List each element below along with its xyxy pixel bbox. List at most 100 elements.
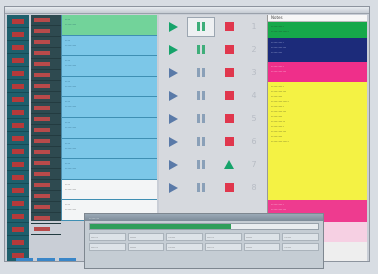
play-button[interactable]: [159, 132, 187, 152]
note-block[interactable]: ........................: [268, 22, 367, 38]
channel-row[interactable]: [7, 119, 29, 132]
cue-index-marker: [34, 205, 50, 209]
grid-cell[interactable]: ......: [282, 233, 319, 241]
pause-button[interactable]: [187, 86, 215, 106]
grid-cell[interactable]: ......: [205, 243, 242, 251]
play-button[interactable]: [159, 17, 187, 37]
channel-marker: [12, 226, 24, 232]
play-button[interactable]: [159, 109, 187, 129]
taskbar-item[interactable]: [58, 258, 76, 261]
cue-item[interactable]: .............: [62, 139, 157, 160]
channel-row[interactable]: [7, 93, 29, 106]
row-number: 2: [251, 45, 257, 54]
channel-strip[interactable]: [7, 15, 29, 261]
grid-cell[interactable]: ......: [127, 243, 165, 251]
stop-button[interactable]: [215, 132, 243, 152]
pause-button[interactable]: [187, 16, 215, 37]
play-button[interactable]: [159, 40, 187, 60]
sub-window[interactable]: ........ ...............................…: [84, 213, 324, 269]
channel-row[interactable]: [7, 132, 29, 145]
grid-cell[interactable]: ......: [243, 243, 281, 251]
cue-index-marker: [34, 183, 50, 187]
cue-index-marker: [34, 29, 50, 33]
cue-item[interactable]: .............: [62, 159, 157, 180]
pause-button[interactable]: [187, 132, 215, 152]
grid-cell[interactable]: ......: [166, 243, 203, 251]
stop-button[interactable]: [215, 178, 243, 198]
cue-item[interactable]: .............: [62, 179, 157, 201]
taskbar: [16, 258, 76, 261]
channel-row[interactable]: [7, 41, 29, 54]
sub-window-title: ........: [85, 214, 323, 221]
play-button[interactable]: [159, 178, 187, 198]
channel-row[interactable]: [7, 80, 29, 93]
stop-button[interactable]: [215, 63, 243, 83]
progress-bar: [89, 223, 319, 230]
transport-row: 6: [159, 130, 267, 153]
cue-item[interactable]: .............: [62, 118, 157, 139]
cue-description: .........: [65, 144, 77, 150]
pause-button[interactable]: [187, 155, 215, 175]
channel-row[interactable]: [7, 197, 29, 210]
channel-row[interactable]: [7, 28, 29, 41]
channel-marker: [12, 31, 24, 37]
cue-item[interactable]: .............: [62, 97, 157, 118]
trigger-button[interactable]: [215, 155, 243, 175]
note-block[interactable]: ......................: [268, 62, 367, 82]
play-button[interactable]: [159, 86, 187, 106]
stop-button[interactable]: [215, 109, 243, 129]
channel-row[interactable]: [7, 236, 29, 249]
play-button[interactable]: [159, 155, 187, 175]
stop-button[interactable]: [215, 86, 243, 106]
cue-index-marker: [34, 40, 50, 44]
grid-cell[interactable]: ......: [205, 233, 242, 241]
channel-row[interactable]: [7, 54, 29, 67]
grid-cell[interactable]: ......: [89, 243, 126, 251]
taskbar-item[interactable]: [16, 258, 34, 261]
play-button[interactable]: [159, 63, 187, 83]
channel-row[interactable]: [7, 223, 29, 236]
channel-marker: [12, 57, 24, 63]
cue-item[interactable]: .............: [62, 36, 157, 57]
cue-item[interactable]: .............: [62, 77, 157, 98]
pause-button[interactable]: [187, 109, 215, 129]
stop-button[interactable]: [215, 40, 243, 60]
cue-index-marker: [34, 106, 50, 110]
note-block[interactable]: ...............................: [268, 38, 367, 62]
channel-row[interactable]: [7, 210, 29, 223]
grid-cell[interactable]: ......: [127, 233, 165, 241]
channel-marker: [12, 174, 24, 180]
row-number: 1: [251, 22, 257, 31]
play-icon: [168, 67, 178, 78]
cue-list[interactable]: ........................................…: [61, 15, 157, 221]
cue-index-row: [31, 26, 61, 37]
stop-button[interactable]: [215, 17, 243, 37]
progress-fill: [90, 224, 232, 229]
cue-index-marker: [34, 139, 50, 143]
cue-index-marker: [34, 128, 50, 132]
row-number: 7: [251, 160, 257, 169]
pause-button[interactable]: [187, 178, 215, 198]
channel-row[interactable]: [7, 171, 29, 184]
channel-marker: [12, 96, 24, 102]
channel-row[interactable]: [7, 67, 29, 80]
channel-row[interactable]: [7, 184, 29, 197]
cue-index-row: [31, 169, 61, 180]
cue-item[interactable]: .............: [62, 56, 157, 77]
grid-cell[interactable]: ......: [282, 243, 319, 251]
channel-row[interactable]: [7, 158, 29, 171]
channel-marker: [12, 83, 24, 89]
channel-row[interactable]: [7, 145, 29, 158]
channel-row[interactable]: [7, 106, 29, 119]
taskbar-item[interactable]: [37, 258, 55, 261]
cue-item[interactable]: .............: [62, 15, 157, 36]
pause-icon: [197, 114, 205, 123]
grid-cell[interactable]: ......: [166, 233, 203, 241]
note-block[interactable]: ........................................…: [268, 82, 367, 200]
cue-index-column: [31, 15, 61, 235]
grid-cell[interactable]: ......: [89, 233, 126, 241]
pause-button[interactable]: [187, 63, 215, 83]
pause-button[interactable]: [187, 40, 215, 60]
grid-cell[interactable]: ......: [243, 233, 281, 241]
channel-row[interactable]: [7, 15, 29, 28]
